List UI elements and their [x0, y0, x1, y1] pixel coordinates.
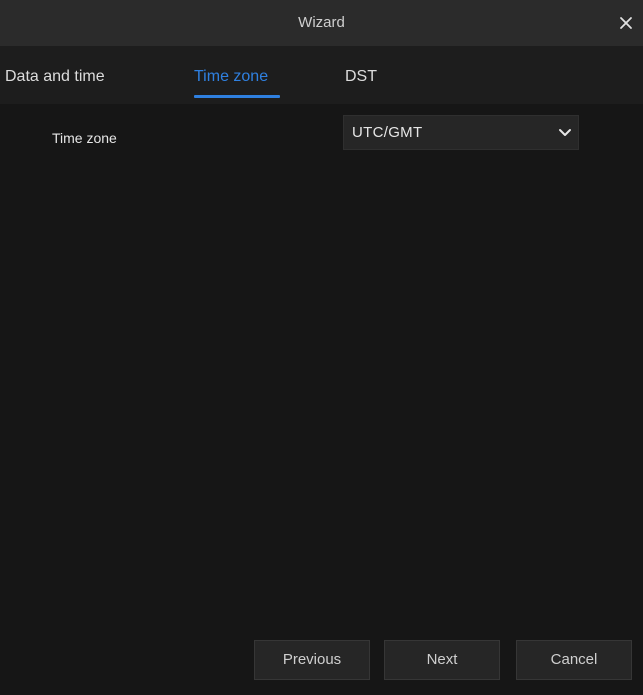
time-zone-select[interactable]: UTC/GMT [343, 115, 579, 150]
tab-data-and-time[interactable]: Data and time [5, 46, 105, 104]
time-zone-select-value: UTC/GMT [352, 124, 423, 141]
content-panel [0, 104, 643, 624]
previous-button[interactable]: Previous [254, 640, 370, 680]
cancel-button[interactable]: Cancel [516, 640, 632, 680]
time-zone-label: Time zone [52, 130, 117, 146]
wizard-dialog: Wizard Data and time Time zone DST Time … [0, 0, 643, 695]
tab-dst[interactable]: DST [345, 46, 377, 104]
next-button[interactable]: Next [384, 640, 500, 680]
close-button[interactable] [615, 12, 637, 34]
dialog-title: Wizard [298, 14, 345, 31]
active-tab-indicator [194, 95, 280, 98]
close-icon [620, 17, 632, 29]
tab-bar: Data and time Time zone DST [0, 46, 643, 104]
title-bar: Wizard [0, 0, 643, 46]
chevron-down-icon [558, 127, 572, 139]
